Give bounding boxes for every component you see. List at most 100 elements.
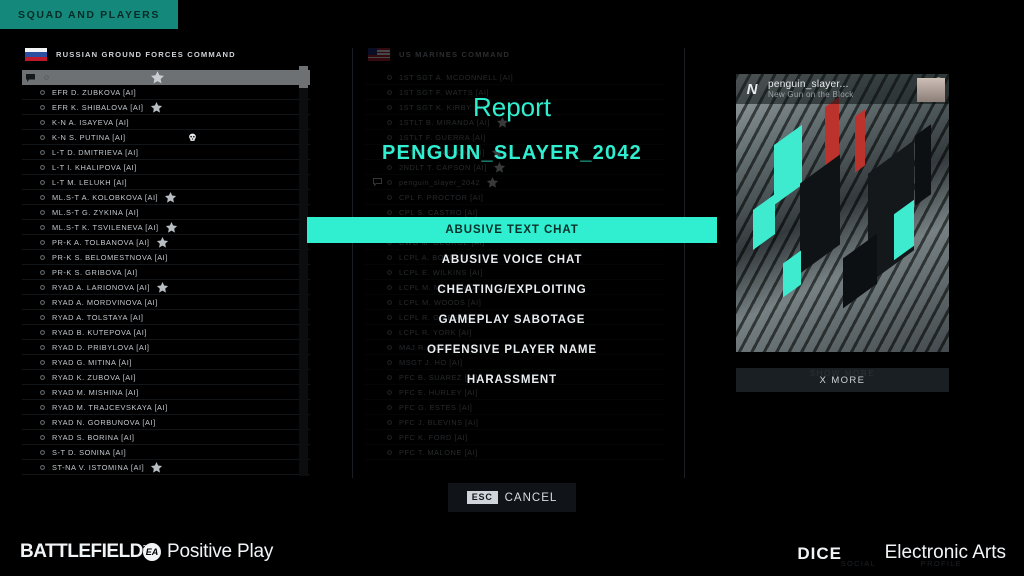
report-option-label: ABUSIVE TEXT CHAT: [445, 224, 579, 236]
table-row[interactable]: RYAD G. MITINA [AI]: [22, 355, 310, 370]
table-row[interactable]: PR-K A. TOLBANOVA [AI]: [22, 235, 310, 250]
star-icon[interactable]: [150, 461, 163, 474]
player-name: L-T D. DMITRIEVA [AI]: [52, 147, 139, 157]
table-row[interactable]: CPL F. PROCTOR [AI]: [365, 190, 665, 205]
cancel-button[interactable]: ESC CANCEL: [448, 483, 576, 512]
usa-flag-icon: [368, 48, 390, 61]
faction-name-label: US MARINES COMMAND: [399, 50, 510, 59]
player-name: K-N S. PUTINA [AI]: [52, 132, 126, 142]
player-name: ML.S-T A. KOLOBKOVA [AI]: [52, 192, 159, 202]
table-row[interactable]: 1ST SGT K. KIRBY [AI]: [365, 100, 665, 115]
table-row[interactable]: RYAD A. MORDVINOVA [AI]: [22, 295, 310, 310]
table-row[interactable]: RYAD D. PRIBYLOVA [AI]: [22, 340, 310, 355]
player-name: 1ST SGT K. KIRBY [AI]: [399, 102, 488, 112]
table-row[interactable]: ML.S-T G. ZYKINA [AI]: [22, 205, 310, 220]
table-row[interactable]: 1STLT F. GUERRA [AI]: [365, 130, 665, 145]
circle-icon: [40, 404, 45, 410]
table-row[interactable]: RYAD S. BORINA [AI]: [22, 430, 310, 445]
report-option-5[interactable]: OFFENSIVE PLAYER NAME: [307, 337, 717, 363]
player-list-russia[interactable]: EFR D. ZUBKOVA [AI] EFR K. SHIBALOVA [AI]…: [22, 85, 310, 475]
player-name: CPL F. PROCTOR [AI]: [399, 192, 484, 202]
tab-squad-and-players[interactable]: SQUAD AND PLAYERS: [0, 0, 178, 29]
star-icon[interactable]: [156, 281, 169, 294]
player-name: S-T D. SONINA [AI]: [52, 447, 127, 457]
report-option-4[interactable]: GAMEPLAY SABOTAGE: [307, 307, 717, 333]
table-row[interactable]: EFR K. SHIBALOVA [AI]: [22, 100, 310, 115]
player-name: ML.S-T K. TSVILENEVA [AI]: [52, 222, 159, 232]
faction-header-usa: US MARINES COMMAND: [365, 48, 665, 61]
table-row[interactable]: L-T I. KHALIPOVA [AI]: [22, 160, 310, 175]
table-row[interactable]: RYAD M. TRAJCEVSKAYA [AI]: [22, 400, 310, 415]
circle-icon: [40, 449, 45, 455]
report-option-3[interactable]: CHEATING/EXPLOITING: [307, 277, 717, 303]
table-row[interactable]: ML.S-T A. KOLOBKOVA [AI]: [22, 190, 310, 205]
player-name: RYAD D. PRIBYLOVA [AI]: [52, 342, 150, 352]
table-row[interactable]: RYAD N. GORBUNOVA [AI]: [22, 415, 310, 430]
star-icon[interactable]: [165, 221, 178, 234]
table-row[interactable]: RYAD B. KUTEPOVA [AI]: [22, 325, 310, 340]
circle-icon: [40, 464, 45, 470]
report-option-1[interactable]: ABUSIVE TEXT CHAT: [307, 217, 717, 243]
left-faction-panel: RUSSIAN GROUND FORCES COMMAND EFR D. ZUB…: [22, 48, 310, 476]
table-row[interactable]: 1ST SGT F. WATTS [AI]: [365, 85, 665, 100]
table-row[interactable]: 1ST SGT A. MCDONNELL [AI]: [365, 70, 665, 85]
report-option-2[interactable]: ABUSIVE VOICE CHAT: [307, 247, 717, 273]
table-row[interactable]: ST-NA V. ISTOMINA [AI]: [22, 460, 310, 475]
table-row[interactable]: RYAD K. ZUBOVA [AI]: [22, 370, 310, 385]
table-row[interactable]: RYAD M. MISHINA [AI]: [22, 385, 310, 400]
table-row[interactable]: EFR D. ZUBKOVA [AI]: [22, 85, 310, 100]
table-row[interactable]: S-T D. SONINA [AI]: [22, 445, 310, 460]
player-name: RYAD K. ZUBOVA [AI]: [52, 372, 136, 382]
circle-icon: [387, 89, 392, 95]
circle-icon: [40, 209, 45, 215]
circle-icon: [40, 179, 45, 185]
circle-icon: [387, 194, 392, 200]
table-row[interactable]: PR-K S. GRIBOVA [AI]: [22, 265, 310, 280]
player-name: RYAD A. TOLSTAYA [AI]: [52, 312, 144, 322]
star-icon[interactable]: [491, 146, 504, 159]
player-name: 1STLT F. GUERRA [AI]: [399, 132, 486, 142]
circle-icon: [40, 224, 45, 230]
table-row[interactable]: PFC G. ESTES [AI]: [365, 400, 665, 415]
player-name: PR-K S. BELOMESTNOVA [AI]: [52, 252, 168, 262]
report-option-label: ABUSIVE VOICE CHAT: [441, 254, 583, 266]
table-row[interactable]: PFC T. MALONE [AI]: [365, 445, 665, 460]
player-card[interactable]: N penguin_slayer... New Gun on the Block: [736, 74, 949, 352]
table-row[interactable]: PFC K. FORD [AI]: [365, 430, 665, 445]
dice-logo: DICE: [797, 544, 842, 563]
table-row[interactable]: 1STLT T. LARSON [AI]: [365, 145, 665, 160]
table-row[interactable]: ML.S-T K. TSVILENEVA [AI]: [22, 220, 310, 235]
star-icon[interactable]: [496, 116, 509, 129]
circle-icon: [387, 419, 392, 425]
table-row[interactable]: penguin_slayer_2042: [365, 175, 665, 190]
table-row[interactable]: L-T M. LELUKH [AI]: [22, 175, 310, 190]
player-name: PFC G. ESTES [AI]: [399, 402, 473, 412]
card-artwork: [736, 74, 949, 352]
table-row[interactable]: L-T D. DMITRIEVA [AI]: [22, 145, 310, 160]
circle-icon: [387, 149, 392, 155]
star-icon[interactable]: [486, 176, 499, 189]
circle-icon: [387, 209, 392, 215]
circle-icon: [40, 374, 45, 380]
star-icon[interactable]: [156, 236, 169, 249]
table-row[interactable]: 2NDLT T. CAPSON [AI]: [365, 160, 665, 175]
player-name: ML.S-T G. ZYKINA [AI]: [52, 207, 139, 217]
circle-icon: [40, 419, 45, 425]
star-icon[interactable]: [164, 191, 177, 204]
table-row[interactable]: RYAD A. TOLSTAYA [AI]: [22, 310, 310, 325]
scrollbar-thumb[interactable]: [299, 66, 308, 88]
player-name: EFR K. SHIBALOVA [AI]: [52, 102, 144, 112]
ghost-tab-profile: PROFILE: [920, 559, 962, 568]
table-row[interactable]: K-N S. PUTINA [AI]: [22, 130, 310, 145]
circle-icon: [40, 134, 45, 140]
player-name: RYAD M. TRAJCEVSKAYA [AI]: [52, 402, 168, 412]
report-option-6[interactable]: HARASSMENT: [307, 367, 717, 393]
table-row[interactable]: K-N A. ISAYEVA [AI]: [22, 115, 310, 130]
table-row[interactable]: 1STLT B. MIRANDA [AI]: [365, 115, 665, 130]
show-more-button[interactable]: SHOW MORE X MORE: [736, 368, 949, 392]
table-row[interactable]: RYAD A. LARIONOVA [AI]: [22, 280, 310, 295]
table-row[interactable]: PR-K S. BELOMESTNOVA [AI]: [22, 250, 310, 265]
table-row[interactable]: PFC J. BLEVINS [AI]: [365, 415, 665, 430]
star-icon[interactable]: [150, 101, 163, 114]
star-icon[interactable]: [493, 161, 506, 174]
